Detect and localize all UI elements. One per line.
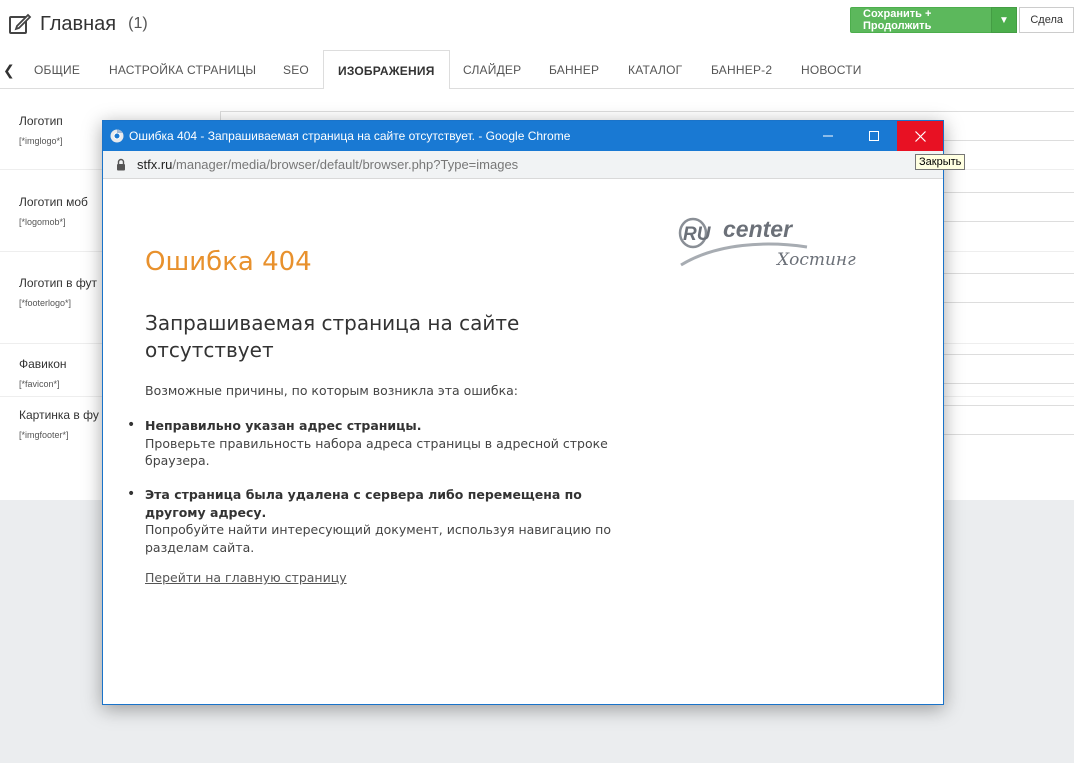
window-title: Ошибка 404 - Запрашиваемая страница на с…	[129, 129, 571, 143]
logo-brand: RU	[683, 224, 712, 245]
address-bar[interactable]: stfx.ru/manager/media/browser/default/br…	[103, 151, 943, 179]
field-label-favicon: Фавикон	[19, 357, 67, 371]
window-titlebar[interactable]: Ошибка 404 - Запрашиваемая страница на с…	[103, 121, 943, 151]
bullet-icon: •	[127, 417, 136, 433]
field-label-logo: Логотип	[19, 114, 63, 128]
reason-text: Попробуйте найти интересующий документ, …	[145, 522, 611, 555]
lock-icon	[117, 158, 125, 171]
field-tag-img-footer: [*imgfooter*]	[19, 430, 69, 440]
field-label-img-footer: Картинка в фу	[19, 408, 99, 422]
close-button[interactable]	[897, 121, 943, 151]
page-title: Главная (1)	[8, 12, 148, 36]
field-tag-logo: [*imglogo*]	[19, 136, 63, 146]
tab-page-settings[interactable]: НАСТРОЙКА СТРАНИЦЫ	[109, 50, 256, 89]
tab-images[interactable]: ИЗОБРАЖЕНИЯ	[323, 50, 450, 90]
error-page: Ошибка 404 Запрашиваемая страница на сай…	[103, 179, 943, 704]
top-bar: Главная (1) Сохранить + Продолжить ▼ Сде…	[0, 0, 1074, 50]
edit-icon	[9, 13, 32, 34]
save-options-dropdown[interactable]: ▼	[990, 7, 1018, 33]
tab-general[interactable]: ОБЩИЕ	[34, 50, 80, 89]
page-title-count: (1)	[128, 15, 148, 32]
field-tag-favicon: [*favicon*]	[19, 379, 60, 389]
tab-bar: ❮ ОБЩИЕ НАСТРОЙКА СТРАНИЦЫ SEO ИЗОБРАЖЕН…	[0, 50, 1074, 90]
chevron-left-icon[interactable]: ❮	[3, 62, 15, 79]
field-tag-logo-mob: [*logomob*]	[19, 217, 66, 227]
chrome-icon	[110, 129, 124, 143]
chevron-down-icon: ▼	[998, 14, 1009, 26]
tab-banner-2[interactable]: БАННЕР-2	[711, 50, 772, 89]
minimize-icon	[823, 135, 833, 137]
maximize-button[interactable]	[851, 121, 897, 151]
error-code: Ошибка 404	[145, 247, 312, 277]
reason-text: Проверьте правильность набора адреса стр…	[145, 435, 608, 469]
reason-item: • Эта страница была удалена с сервера ли…	[127, 486, 645, 556]
field-label-logo-mob: Логотип моб	[19, 195, 88, 209]
logo-sub: Хостинг	[775, 250, 856, 270]
bullet-icon: •	[127, 486, 136, 502]
rucenter-logo: RU center Хостинг	[678, 216, 856, 270]
close-icon	[914, 130, 926, 142]
tab-banner[interactable]: БАННЕР	[549, 50, 599, 89]
reason-title: Эта страница была удалена с сервера либо…	[145, 487, 582, 520]
reason-item: • Неправильно указан адрес страницы. Про…	[127, 417, 645, 470]
field-label-footer-logo: Логотип в фут	[19, 276, 98, 290]
reason-title: Неправильно указан адрес страницы.	[145, 418, 422, 433]
browser-popup-window: Ошибка 404 - Запрашиваемая страница на с…	[102, 120, 944, 705]
next-action-button[interactable]: Сдела	[1019, 7, 1074, 33]
url-path: /manager/media/browser/default/browser.p…	[172, 157, 519, 172]
minimize-button[interactable]	[805, 121, 851, 151]
page-title-text: Главная	[40, 12, 117, 35]
tab-news[interactable]: НОВОСТИ	[801, 50, 862, 89]
url-text[interactable]: stfx.ru/manager/media/browser/default/br…	[137, 157, 518, 172]
error-heading: Запрашиваемая страница на сайте отсутств…	[145, 311, 520, 362]
save-button-group: Сохранить + Продолжить ▼ Сдела	[850, 7, 1074, 33]
field-tag-footer-logo: [*footerlogo*]	[19, 298, 72, 308]
home-page-link[interactable]: Перейти на главную страницу	[145, 570, 347, 585]
save-continue-button[interactable]: Сохранить + Продолжить	[850, 7, 991, 33]
tab-slider[interactable]: СЛАЙДЕР	[463, 50, 521, 89]
maximize-icon	[869, 131, 879, 141]
error-intro: Возможные причины, по которым возникла э…	[145, 383, 519, 398]
tab-catalog[interactable]: КАТАЛОГ	[628, 50, 682, 89]
close-tooltip: Закрыть	[915, 154, 966, 170]
logo-word: center	[723, 216, 793, 242]
url-host: stfx.ru	[137, 157, 173, 172]
tab-seo[interactable]: SEO	[283, 50, 309, 89]
